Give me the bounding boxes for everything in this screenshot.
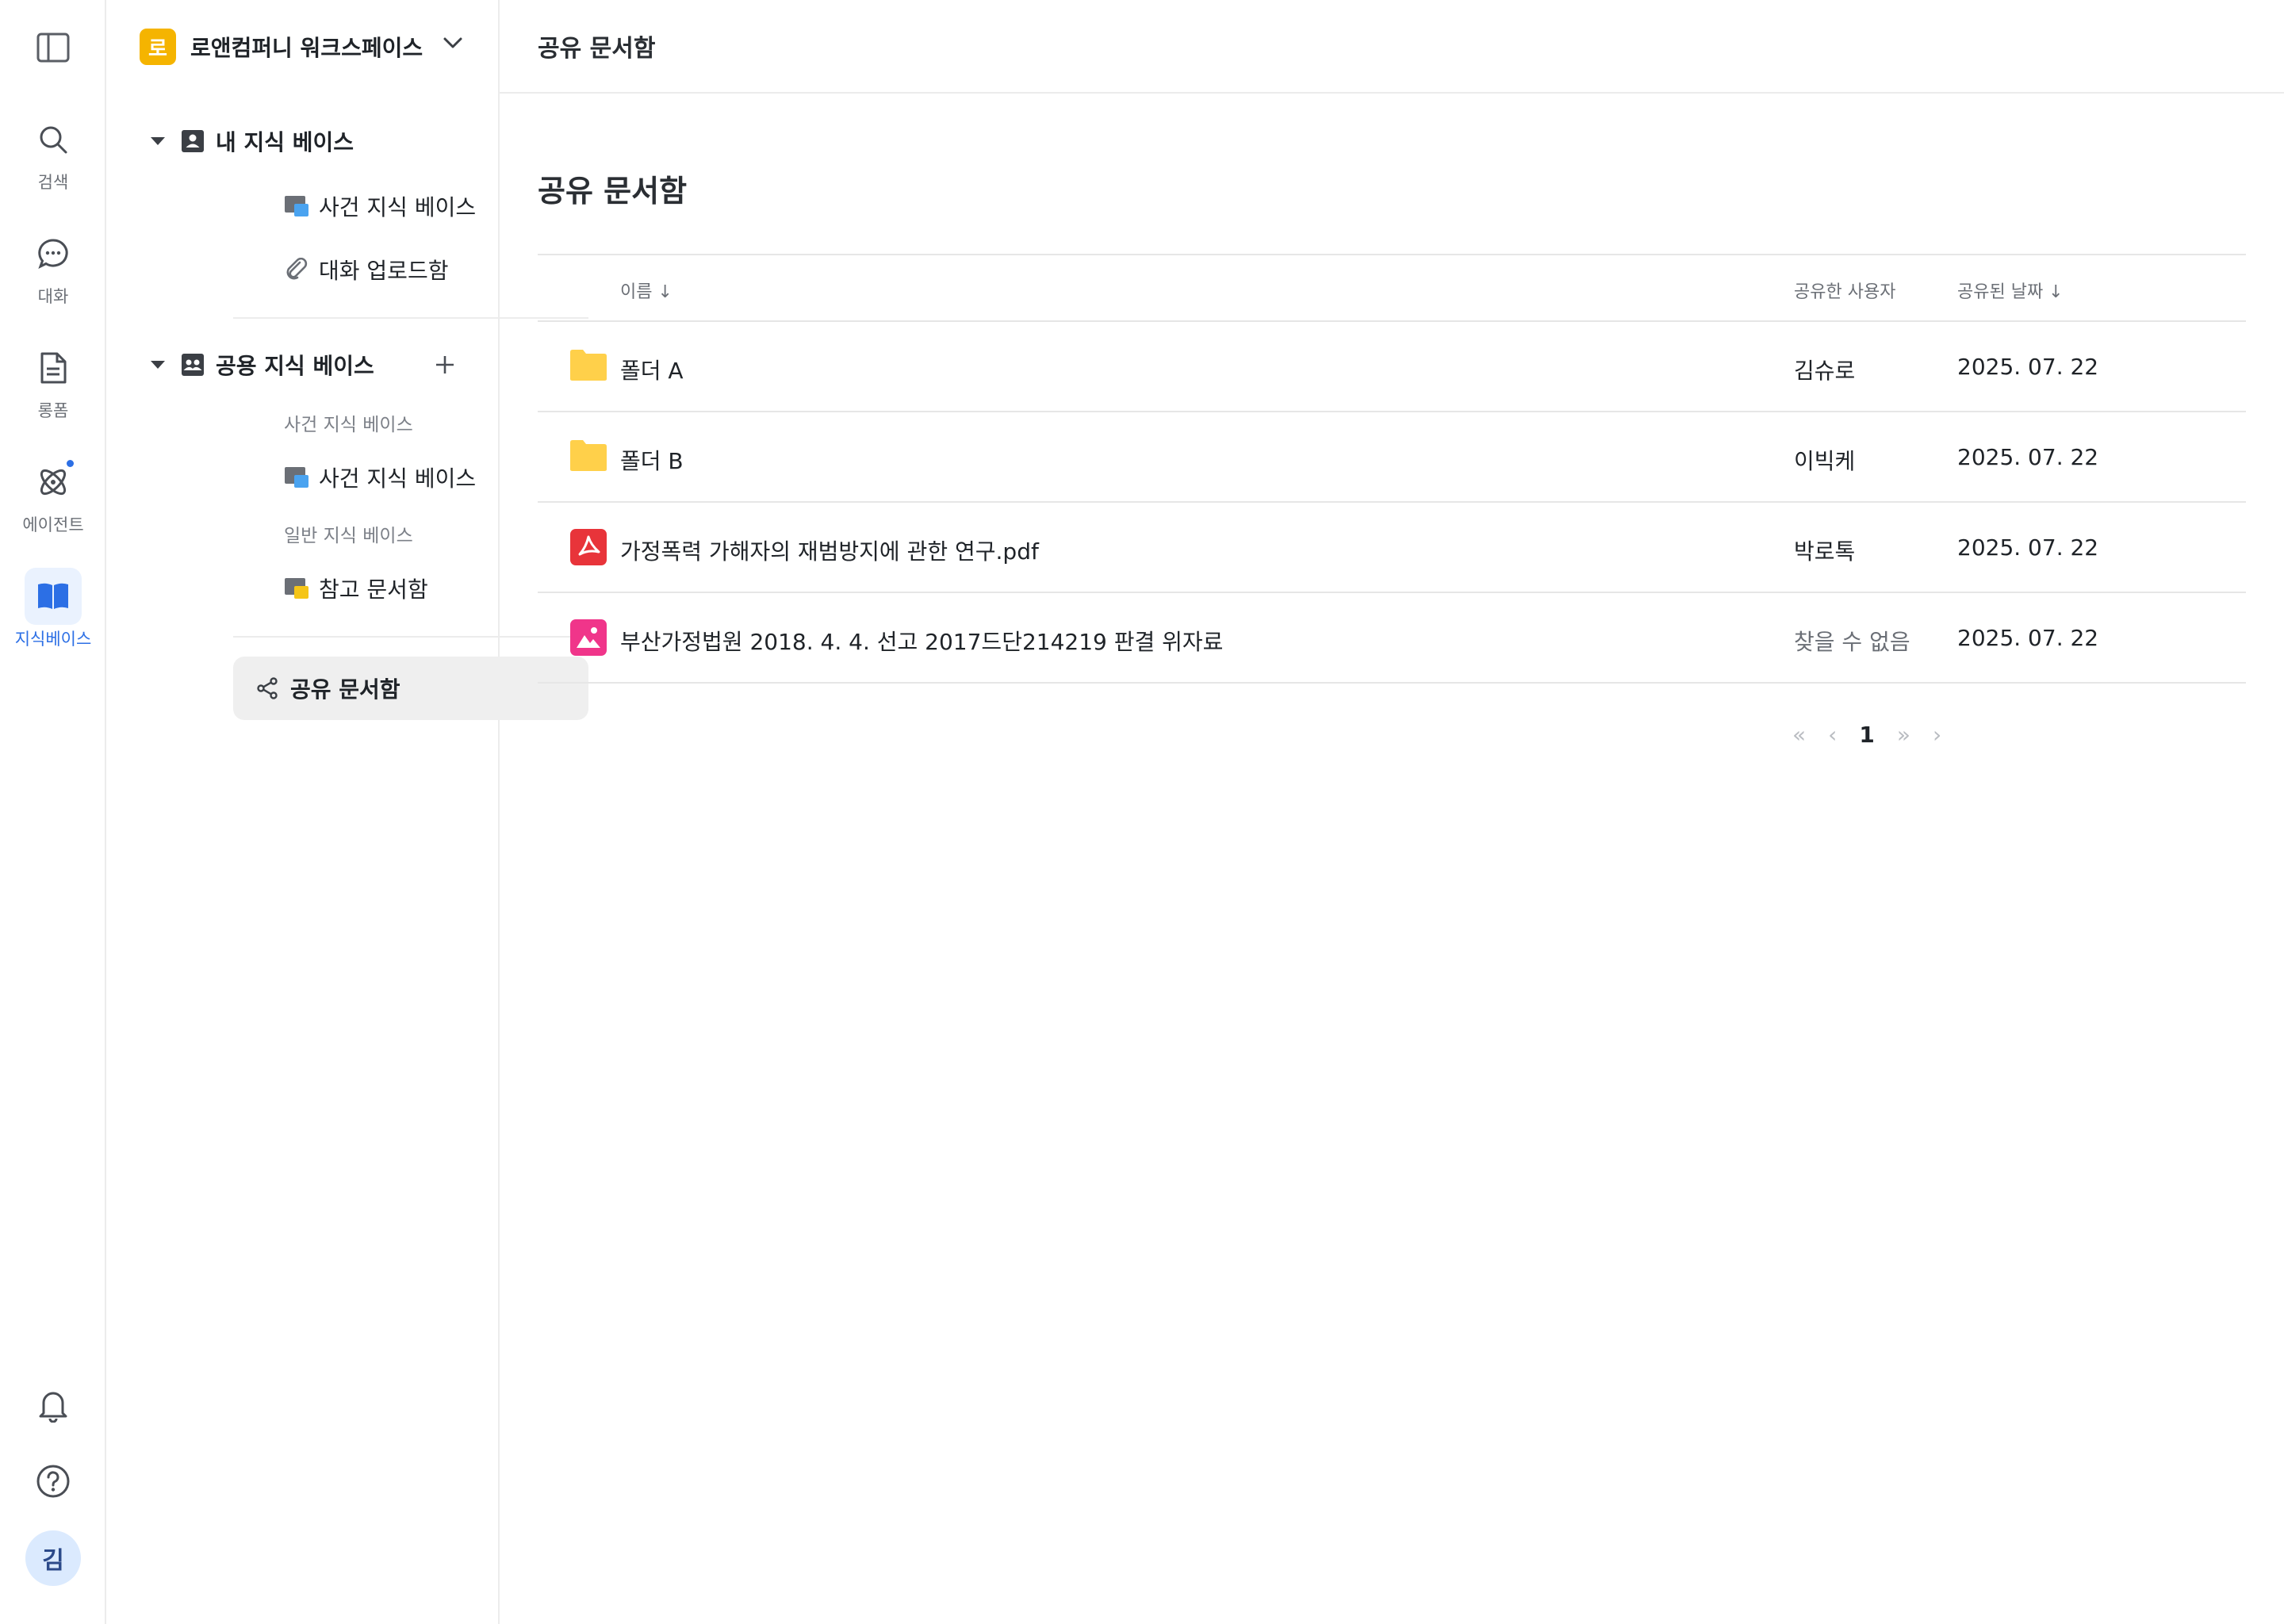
folder-icon: [570, 350, 607, 381]
paperclip-icon: [286, 258, 308, 280]
rail-item-chat[interactable]: 대화: [0, 225, 106, 308]
sidebar-item-case-kb[interactable]: 사건 지식 베이스: [106, 184, 500, 228]
user-menu[interactable]: 김: [0, 1530, 106, 1586]
rail-item-label: 지식베이스: [14, 630, 92, 649]
sidebar-toggle-icon[interactable]: [36, 32, 71, 63]
workspace-switcher[interactable]: 로 로앤컴퍼니 워크스페이스: [106, 0, 498, 94]
kb-folder-icon: [285, 578, 308, 599]
app-root: 검색 대화 롱폼 에이전트 지식베이스 김 로 로앤컴퍼니 워크스페이스 내 지…: [0, 0, 2284, 1624]
chevron-down-icon: [443, 37, 462, 48]
column-header-name[interactable]: 이름 ↓: [620, 278, 673, 303]
main-content: 공유 문서함 공유 문서함 이름 ↓ 공유한 사용자 공유된 날짜 ↓ 폴더 A…: [500, 0, 2284, 1624]
table-row[interactable]: 부산가정법원 2018. 4. 4. 선고 2017드단214219 판결 위자…: [538, 593, 2246, 684]
sidebar-item-chat-uploads[interactable]: 대화 업로드함: [106, 247, 500, 292]
first-page-button[interactable]: «: [1792, 722, 1806, 748]
row-shared-by: 찾을 수 없음: [1794, 629, 1910, 655]
caret-down-icon: [151, 137, 165, 145]
row-name: 폴더 B: [620, 448, 684, 474]
prev-page-button[interactable]: ‹: [1828, 722, 1837, 748]
avatar: 김: [25, 1530, 81, 1586]
page-title: 공유 문서함: [538, 174, 688, 209]
group-card-icon: [182, 354, 204, 376]
pdf-file-icon: [570, 529, 607, 565]
column-header-shared-date[interactable]: 공유된 날짜 ↓: [1957, 278, 2064, 303]
table-row[interactable]: 폴더 A 김슈로 2025. 07. 22: [538, 322, 2246, 412]
sidebar-item-label: 사건 지식 베이스: [319, 465, 477, 492]
row-shared-by: 이빅케: [1794, 448, 1856, 474]
plus-icon[interactable]: [433, 353, 457, 377]
share-icon: [257, 677, 278, 699]
tree-head-label: 공용 지식 베이스: [216, 353, 374, 379]
image-file-icon: [570, 619, 607, 656]
table-row[interactable]: 가정폭력 가해자의 재범방지에 관한 연구.pdf 박로톡 2025. 07. …: [538, 503, 2246, 593]
icon-rail: 검색 대화 롱폼 에이전트 지식베이스 김: [0, 0, 106, 1624]
pagination: « ‹ 1 » ›: [1792, 722, 1964, 748]
bell-icon: [39, 1392, 67, 1423]
rail-item-longform[interactable]: 롱폼: [0, 339, 106, 422]
next-page-button[interactable]: ›: [1933, 722, 1941, 748]
row-name: 폴더 A: [620, 358, 684, 384]
row-shared-by: 박로톡: [1794, 538, 1856, 565]
notifications-button[interactable]: [0, 1388, 106, 1423]
row-shared-by: 김슈로: [1794, 358, 1856, 384]
shared-docs-table: 이름 ↓ 공유한 사용자 공유된 날짜 ↓ 폴더 A 김슈로 2025. 07.…: [538, 254, 2246, 684]
kb-folder-icon: [285, 196, 308, 216]
sidebar-item-shared-case-kb[interactable]: 사건 지식 베이스: [106, 455, 500, 500]
row-date: 2025. 07. 22: [1957, 625, 2099, 651]
sidebar-group-label: 사건 지식 베이스: [284, 415, 413, 435]
row-name: 부산가정법원 2018. 4. 4. 선고 2017드단214219 판결 위자…: [620, 629, 1224, 655]
table-header: 이름 ↓ 공유한 사용자 공유된 날짜 ↓: [538, 254, 2246, 322]
row-name: 가정폭력 가해자의 재범방지에 관한 연구.pdf: [620, 538, 1039, 565]
last-page-button[interactable]: »: [1897, 722, 1910, 748]
chat-bubble-icon: [25, 225, 82, 282]
workspace-sidebar: 로 로앤컴퍼니 워크스페이스 내 지식 베이스 사건 지식 베이스 대화 업로드…: [106, 0, 588, 1624]
row-date: 2025. 07. 22: [1957, 354, 2099, 380]
sidebar-item-label: 대화 업로드함: [319, 258, 449, 284]
sidebar-item-label: 참고 문서함: [319, 576, 428, 603]
rail-item-search[interactable]: 검색: [0, 111, 106, 193]
rail-item-label: 롱폼: [37, 401, 69, 420]
sidebar-item-label: 사건 지식 베이스: [319, 194, 477, 220]
sidebar-item-label: 공유 문서함: [290, 676, 400, 703]
row-date: 2025. 07. 22: [1957, 534, 2099, 561]
tree-head-label: 내 지식 베이스: [216, 129, 354, 155]
workspace-name: 로앤컴퍼니 워크스페이스: [190, 35, 423, 61]
rail-item-knowledge-base[interactable]: 지식베이스: [0, 568, 106, 650]
row-date: 2025. 07. 22: [1957, 444, 2099, 470]
notification-dot: [67, 460, 74, 467]
workspace-logo: 로: [140, 29, 176, 65]
help-button[interactable]: [0, 1464, 106, 1499]
tree-head-my-kb[interactable]: 내 지식 베이스: [106, 119, 500, 163]
column-header-shared-by: 공유한 사용자: [1794, 282, 1896, 302]
sidebar-item-reference-docs[interactable]: 참고 문서함: [106, 566, 500, 611]
rail-item-label: 검색: [37, 173, 69, 192]
tree-head-shared-kb[interactable]: 공용 지식 베이스: [106, 343, 500, 387]
person-card-icon: [182, 130, 204, 152]
rail-item-agent[interactable]: 에이전트: [0, 454, 106, 536]
sidebar-group-label: 일반 지식 베이스: [284, 526, 413, 546]
help-icon: [36, 1465, 70, 1498]
caret-down-icon: [151, 361, 165, 369]
folder-icon: [570, 440, 607, 471]
current-page[interactable]: 1: [1859, 722, 1874, 748]
topbar-title: 공유 문서함: [538, 35, 656, 63]
book-icon: [25, 568, 82, 625]
rail-item-label: 에이전트: [22, 515, 84, 534]
table-row[interactable]: 폴더 B 이빅케 2025. 07. 22: [538, 412, 2246, 503]
search-icon: [25, 111, 82, 168]
atom-icon: [25, 454, 82, 511]
kb-folder-icon: [285, 467, 308, 488]
rail-item-label: 대화: [37, 287, 69, 306]
topbar: 공유 문서함: [500, 0, 2284, 94]
document-icon: [25, 339, 82, 396]
